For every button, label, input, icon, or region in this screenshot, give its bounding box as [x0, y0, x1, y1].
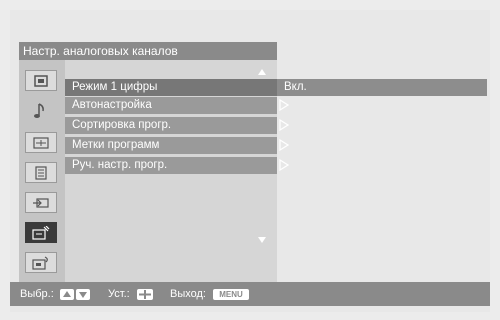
chevron-right-icon [279, 119, 289, 131]
set-hint-label: Уст.: [108, 288, 130, 300]
category-column [19, 60, 65, 282]
menu-item-auto-tuning[interactable]: Автонастройка [65, 97, 277, 114]
screen-icon[interactable] [25, 132, 57, 153]
menu-item-program-labels[interactable]: Метки программ [65, 137, 277, 154]
digital-setup-icon[interactable] [25, 252, 57, 273]
picture-icon[interactable] [25, 70, 57, 91]
setup-icon[interactable] [25, 162, 57, 183]
menu-item-single-digit-mode[interactable]: Режим 1 цифры [65, 79, 277, 96]
footer-help-bar: Выбр.: Уст.: Выход: MENU [10, 282, 490, 306]
up-arrow-key-icon [60, 289, 74, 300]
analog-setup-icon[interactable] [25, 222, 57, 243]
scroll-up-icon[interactable] [257, 68, 267, 76]
menu-item-program-sorting[interactable]: Сортировка прогр. [65, 117, 277, 134]
select-hint-label: Выбр.: [20, 288, 54, 300]
enter-key-icon [137, 289, 153, 300]
scroll-down-icon[interactable] [257, 236, 267, 244]
chevron-right-icon [279, 139, 289, 151]
chevron-right-icon [279, 99, 289, 111]
menu-item-manual-tuning[interactable]: Руч. настр. прогр. [65, 157, 277, 174]
sound-icon[interactable] [25, 100, 57, 121]
menu-title: Настр. аналоговых каналов [19, 42, 277, 60]
input-icon[interactable] [25, 192, 57, 213]
single-digit-mode-value[interactable]: Вкл. [277, 79, 487, 96]
chevron-right-icon [279, 159, 289, 171]
menu-key-label: MENU [213, 289, 249, 300]
down-arrow-key-icon [76, 289, 90, 300]
exit-hint-label: Выход: [170, 288, 206, 300]
